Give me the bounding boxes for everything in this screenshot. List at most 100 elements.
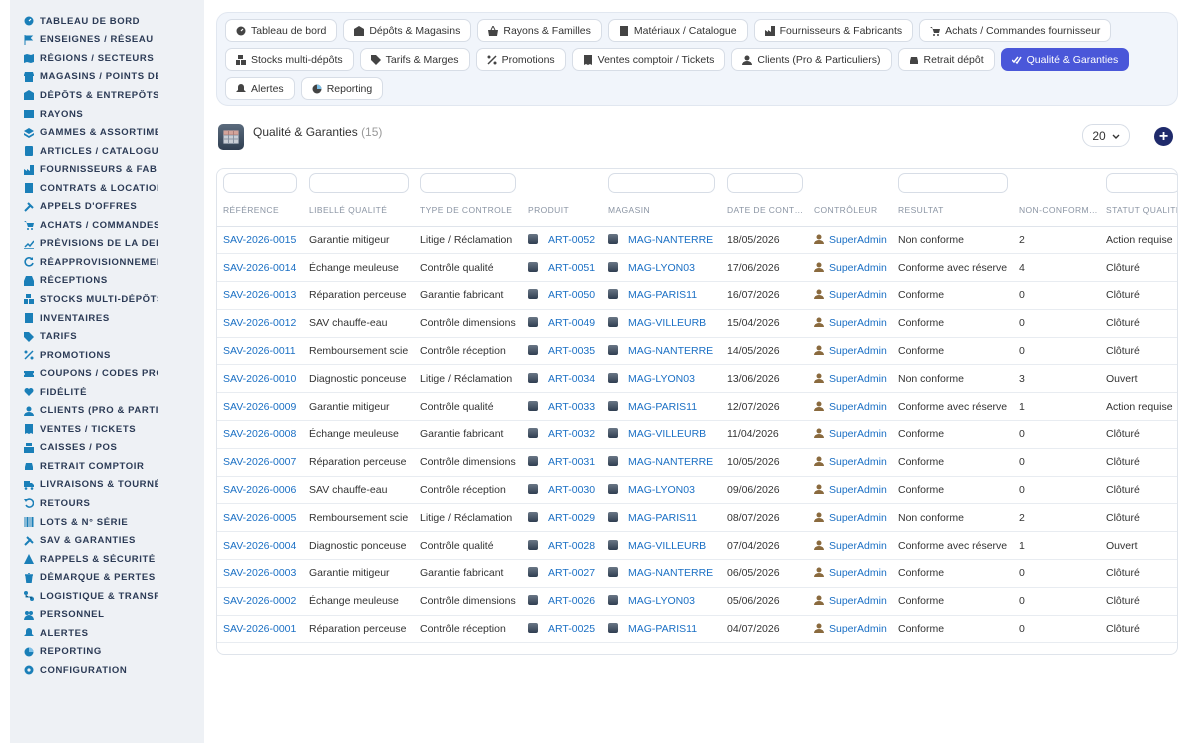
product-link[interactable]: ART-0051 <box>548 262 595 274</box>
reference-link[interactable]: SAV-2026-0005 <box>223 512 296 524</box>
sidebar-item[interactable]: RAYONS <box>10 105 204 124</box>
product-link[interactable]: ART-0035 <box>548 345 595 357</box>
reference-link[interactable]: SAV-2026-0015 <box>223 234 296 246</box>
column-header[interactable]: DATE DE CONT… <box>721 195 808 227</box>
store-link[interactable]: MAG-PARIS11 <box>628 401 697 413</box>
table-row[interactable]: SAV-2026-0012 SAV chauffe-eau Contrôle dim… <box>217 309 1177 338</box>
store-link[interactable]: MAG-LYON03 <box>628 373 695 385</box>
tab[interactable]: Achats / Commandes fournisseur <box>919 19 1112 42</box>
column-header[interactable]: CONTRÔLEUR <box>808 195 892 227</box>
tab[interactable]: Matériaux / Catalogue <box>607 19 748 42</box>
product-link[interactable]: ART-0031 <box>548 456 595 468</box>
tab[interactable]: Alertes <box>225 77 295 100</box>
controller-link[interactable]: SuperAdmin <box>829 484 887 496</box>
column-header[interactable]: PRODUIT <box>522 195 602 227</box>
sidebar-item[interactable]: GAMMES & ASSORTIMEN <box>10 123 204 142</box>
column-header[interactable]: MAGASIN <box>602 195 721 227</box>
column-header[interactable]: STATUT QUALITÉ <box>1100 195 1177 227</box>
store-link[interactable]: MAG-LYON03 <box>628 484 695 496</box>
controller-link[interactable]: SuperAdmin <box>829 262 887 274</box>
reference-link[interactable]: SAV-2026-0010 <box>223 373 296 385</box>
sidebar-item[interactable]: LOTS & N° SÉRIE <box>10 513 204 532</box>
column-filter-input[interactable] <box>898 173 1008 193</box>
product-link[interactable]: ART-0052 <box>548 234 595 246</box>
tab[interactable]: Ventes comptoir / Tickets <box>571 48 726 71</box>
store-link[interactable]: MAG-VILLEURB <box>628 428 706 440</box>
table-row[interactable]: SAV-2026-0006 SAV chauffe-eau Contrôle réc… <box>217 476 1177 505</box>
controller-link[interactable]: SuperAdmin <box>829 401 887 413</box>
sidebar-item[interactable]: LOGISTIQUE & TRANSPO <box>10 587 204 606</box>
product-link[interactable]: ART-0049 <box>548 317 595 329</box>
reference-link[interactable]: SAV-2026-0008 <box>223 428 296 440</box>
table-row[interactable]: SAV-2026-0011 Remboursement scie Contrôle … <box>217 337 1177 366</box>
controller-link[interactable]: SuperAdmin <box>829 289 887 301</box>
reference-link[interactable]: SAV-2026-0001 <box>223 623 296 635</box>
store-link[interactable]: MAG-LYON03 <box>628 262 695 274</box>
sidebar-item[interactable]: RETRAIT COMPTOIR <box>10 457 204 476</box>
store-link[interactable]: MAG-VILLEURB <box>628 540 706 552</box>
sidebar-item[interactable]: FIDÉLITÉ <box>10 383 204 402</box>
store-link[interactable]: MAG-NANTERRE <box>628 567 713 579</box>
tab[interactable]: Rayons & Familles <box>477 19 602 42</box>
store-link[interactable]: MAG-NANTERRE <box>628 456 713 468</box>
sidebar-item[interactable]: RÉAPPROVISIONNEMENT <box>10 253 204 272</box>
sidebar-item[interactable]: ALERTES <box>10 624 204 643</box>
product-link[interactable]: ART-0027 <box>548 567 595 579</box>
tab[interactable]: Tarifs & Marges <box>359 48 470 71</box>
sidebar-item[interactable]: PERSONNEL <box>10 606 204 625</box>
sidebar-item[interactable]: PRÉVISIONS DE LA DEMA <box>10 235 204 254</box>
sidebar-item[interactable]: TABLEAU DE BORD <box>10 12 204 31</box>
table-row[interactable]: SAV-2026-0001 Réparation perceuse Contrôle… <box>217 615 1177 644</box>
tab[interactable]: Reporting <box>300 77 384 100</box>
reference-link[interactable]: SAV-2026-0004 <box>223 540 296 552</box>
reference-link[interactable]: SAV-2026-0013 <box>223 289 296 301</box>
product-link[interactable]: ART-0029 <box>548 512 595 524</box>
store-link[interactable]: MAG-PARIS11 <box>628 289 697 301</box>
reference-link[interactable]: SAV-2026-0011 <box>223 345 296 357</box>
reference-link[interactable]: SAV-2026-0007 <box>223 456 296 468</box>
table-row[interactable]: SAV-2026-0005 Remboursement scie Litige / … <box>217 503 1177 533</box>
reference-link[interactable]: SAV-2026-0009 <box>223 401 296 413</box>
product-link[interactable]: ART-0032 <box>548 428 595 440</box>
column-filter-input[interactable] <box>1106 173 1177 193</box>
store-link[interactable]: MAG-PARIS11 <box>628 623 697 635</box>
table-row[interactable]: SAV-2026-0009 Garantie mitigeur Contrôle q… <box>217 392 1177 422</box>
controller-link[interactable]: SuperAdmin <box>829 595 887 607</box>
sidebar-item[interactable]: SAV & GARANTIES <box>10 531 204 550</box>
sidebar-item[interactable]: RÉCEPTIONS <box>10 272 204 291</box>
table-row[interactable]: SAV-2026-0002 Échange meuleuse Contrôle di… <box>217 587 1177 616</box>
tab[interactable]: Retrait dépôt <box>897 48 995 71</box>
sidebar-item[interactable]: ACHATS / COMMANDES F <box>10 216 204 235</box>
column-filter-input[interactable] <box>223 173 297 193</box>
sidebar-item[interactable]: PROMOTIONS <box>10 346 204 365</box>
tab[interactable]: Clients (Pro & Particuliers) <box>731 48 892 71</box>
store-link[interactable]: MAG-NANTERRE <box>628 234 713 246</box>
store-link[interactable]: MAG-NANTERRE <box>628 345 713 357</box>
table-row[interactable]: SAV-2026-0008 Échange meuleuse Garantie fa… <box>217 420 1177 449</box>
sidebar-item[interactable]: VENTES / TICKETS <box>10 420 204 439</box>
sidebar-item[interactable]: TARIFS <box>10 327 204 346</box>
reference-link[interactable]: SAV-2026-0012 <box>223 317 296 329</box>
add-record-button[interactable]: + <box>1154 127 1173 146</box>
sidebar-item[interactable]: REPORTING <box>10 643 204 662</box>
tab[interactable]: Stocks multi-dépôts <box>225 48 354 71</box>
sidebar-item[interactable]: RETOURS <box>10 494 204 513</box>
product-link[interactable]: ART-0030 <box>548 484 595 496</box>
sidebar-item[interactable]: DÉPÔTS & ENTREPÔTS <box>10 86 204 105</box>
column-filter-input[interactable] <box>727 173 803 193</box>
tab[interactable]: Fournisseurs & Fabricants <box>753 19 914 42</box>
sidebar-item[interactable]: INVENTAIRES <box>10 309 204 328</box>
controller-link[interactable]: SuperAdmin <box>829 512 887 524</box>
table-row[interactable]: SAV-2026-0013 Réparation perceuse Garantie… <box>217 281 1177 310</box>
column-header[interactable]: NON-CONFORM… <box>1013 195 1100 227</box>
tab[interactable]: Promotions <box>475 48 566 71</box>
sidebar-item[interactable]: CAISSES / POS <box>10 439 204 458</box>
column-header[interactable]: LIBELLÉ QUALITÉ <box>303 195 414 227</box>
sidebar-item[interactable]: RAPPELS & SÉCURITÉ <box>10 550 204 569</box>
reference-link[interactable]: SAV-2026-0003 <box>223 567 296 579</box>
controller-link[interactable]: SuperAdmin <box>829 623 887 635</box>
sidebar-item[interactable]: LIVRAISONS & TOURNÉES <box>10 476 204 495</box>
tab[interactable]: Qualité & Garanties <box>1000 48 1130 71</box>
table-row[interactable]: SAV-2026-0014 Échange meuleuse Contrôle qu… <box>217 253 1177 283</box>
column-header[interactable]: RÉFÉRENCE <box>217 195 303 227</box>
